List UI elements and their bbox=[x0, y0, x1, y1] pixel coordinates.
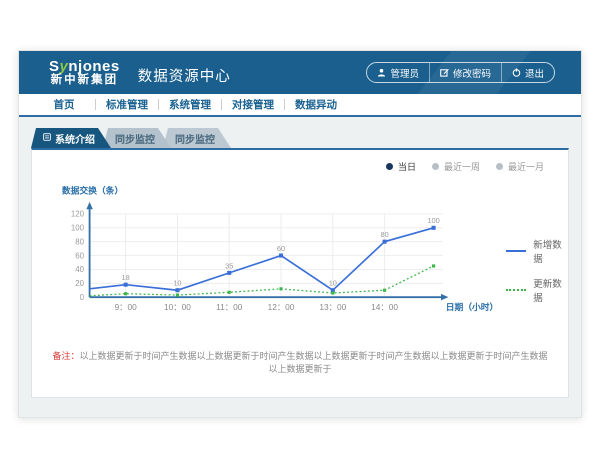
svg-text:40: 40 bbox=[75, 265, 84, 274]
svg-text:0: 0 bbox=[80, 293, 85, 302]
logout-button[interactable]: 退出 bbox=[501, 63, 554, 82]
svg-text:10: 10 bbox=[173, 279, 181, 288]
nav-item-standard-mgmt[interactable]: 标准管理 bbox=[96, 97, 158, 112]
svg-text:14：00: 14：00 bbox=[371, 302, 398, 312]
tab-sync-monitor-2[interactable]: 同步监控 bbox=[163, 128, 231, 148]
radio-today[interactable]: 当日 bbox=[386, 160, 416, 173]
header: Synjones 新中新集团 数据资源中心 管理员 修改密码 退出 bbox=[19, 51, 581, 94]
tab-bar: 系统介绍 同步监控 同步监控 bbox=[31, 128, 581, 148]
radio-dot bbox=[432, 163, 439, 170]
svg-text:9：00: 9：00 bbox=[115, 302, 138, 312]
footnote-prefix: 备注： bbox=[52, 351, 79, 361]
svg-text:日期（小时）: 日期（小时） bbox=[446, 301, 499, 312]
legend-label: 更新数据 bbox=[533, 276, 568, 304]
svg-text:18: 18 bbox=[122, 273, 130, 282]
tab-label: 同步监控 bbox=[175, 131, 215, 146]
footnote-text: 以上数据更新于时间产生数据以上数据更新于时间产生数据以上数据更新于时间产生数据以… bbox=[80, 351, 548, 374]
line-chart: 0 20 40 60 80 100 120 9：00 10：00 11：00 12：00 13：00 1… bbox=[60, 177, 502, 323]
svg-text:120: 120 bbox=[71, 210, 85, 219]
footnote: 备注：以上数据更新于时间产生数据以上数据更新于时间产生数据以上数据更新于时间产生… bbox=[32, 349, 568, 375]
tab-system-intro[interactable]: 系统介绍 bbox=[31, 128, 111, 148]
page-title: 数据资源中心 bbox=[138, 65, 231, 86]
brand-logo-text: Synjones bbox=[49, 59, 120, 75]
brand-logo: Synjones 新中新集团 bbox=[49, 59, 120, 87]
current-user-button[interactable]: 管理员 bbox=[367, 63, 429, 82]
svg-text:35: 35 bbox=[225, 261, 233, 270]
power-icon bbox=[512, 68, 521, 77]
svg-text:12：00: 12：00 bbox=[268, 302, 295, 312]
app-window: Synjones 新中新集团 数据资源中心 管理员 修改密码 退出 bbox=[18, 50, 582, 418]
chart: 0 20 40 60 80 100 120 9：00 10：00 11：00 12：00 13：00 1… bbox=[32, 177, 568, 323]
brand-logo-cn: 新中新集团 bbox=[49, 74, 120, 86]
legend-item: 新增数据 bbox=[506, 237, 568, 265]
content-area: 系统介绍 同步监控 同步监控 当日 最近一周 bbox=[19, 117, 581, 398]
svg-text:100: 100 bbox=[71, 224, 85, 233]
svg-text:20: 20 bbox=[75, 279, 84, 288]
main-nav: 首页 标准管理 系统管理 对接管理 数据异动 bbox=[19, 94, 581, 117]
svg-text:11：00: 11：00 bbox=[216, 302, 243, 312]
tab-sync-monitor-1[interactable]: 同步监控 bbox=[103, 128, 171, 148]
svg-text:13：00: 13：00 bbox=[319, 302, 346, 312]
change-password-button[interactable]: 修改密码 bbox=[429, 63, 501, 82]
svg-text:60: 60 bbox=[277, 244, 285, 253]
svg-text:数据交换（条）: 数据交换（条） bbox=[61, 185, 123, 196]
tab-label: 系统介绍 bbox=[55, 131, 95, 146]
radio-label: 最近一月 bbox=[508, 160, 544, 173]
svg-text:60: 60 bbox=[75, 251, 84, 260]
user-icon bbox=[377, 68, 386, 77]
radio-last-week[interactable]: 最近一周 bbox=[432, 160, 480, 173]
username-label: 管理员 bbox=[390, 66, 419, 80]
dashed-line-swatch bbox=[506, 289, 526, 291]
svg-text:10: 10 bbox=[329, 279, 337, 288]
radio-dot bbox=[496, 163, 503, 170]
document-grid-icon bbox=[43, 133, 51, 144]
svg-text:100: 100 bbox=[427, 216, 439, 225]
solid-line-swatch bbox=[506, 250, 526, 252]
nav-item-data-change[interactable]: 数据异动 bbox=[285, 97, 347, 112]
change-password-label: 修改密码 bbox=[453, 66, 491, 80]
chart-legend: 新增数据更新数据 bbox=[506, 237, 568, 323]
time-range-filter: 当日 最近一周 最近一月 bbox=[32, 150, 568, 173]
nav-item-interface-mgmt[interactable]: 对接管理 bbox=[222, 97, 284, 112]
chart-panel: 当日 最近一周 最近一月 0 20 40 60 80 100 120 9：00 10：00 11：… bbox=[31, 148, 569, 398]
nav-item-system-mgmt[interactable]: 系统管理 bbox=[159, 97, 221, 112]
svg-text:10：00: 10：00 bbox=[164, 302, 191, 312]
tab-label: 同步监控 bbox=[115, 131, 155, 146]
legend-item: 更新数据 bbox=[506, 276, 568, 304]
radio-dot bbox=[386, 163, 393, 170]
nav-item-home[interactable]: 首页 bbox=[33, 97, 95, 112]
legend-label: 新增数据 bbox=[533, 237, 568, 265]
radio-last-month[interactable]: 最近一月 bbox=[496, 160, 544, 173]
svg-text:80: 80 bbox=[380, 230, 388, 239]
svg-text:80: 80 bbox=[75, 237, 84, 246]
edit-icon bbox=[440, 68, 449, 77]
radio-label: 当日 bbox=[398, 160, 416, 173]
user-bar: 管理员 修改密码 退出 bbox=[366, 62, 555, 83]
radio-label: 最近一周 bbox=[444, 160, 480, 173]
logout-label: 退出 bbox=[525, 66, 544, 80]
